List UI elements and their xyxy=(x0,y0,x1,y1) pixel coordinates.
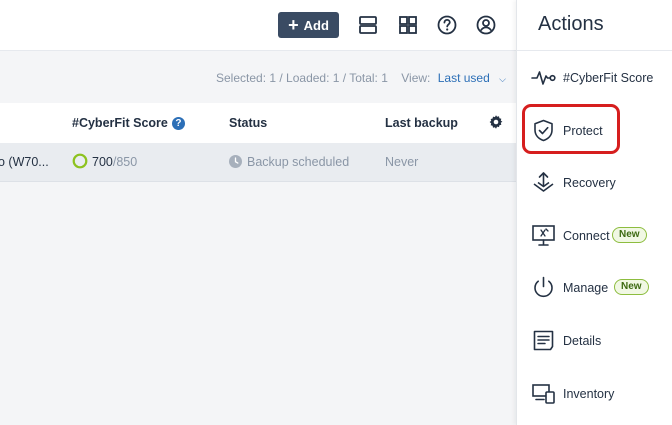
action-details[interactable]: Details xyxy=(517,315,672,367)
action-label: Connect xyxy=(563,229,610,243)
action-manage[interactable]: Manage New xyxy=(517,262,672,314)
monitor-connect-icon xyxy=(531,223,556,248)
add-button-label: Add xyxy=(303,17,329,33)
chevron-down-icon[interactable]: ⌵ xyxy=(499,74,506,84)
action-protect[interactable]: Protect xyxy=(517,105,672,157)
action-cyberfit-score[interactable]: #CyberFit Score xyxy=(517,52,672,104)
column-header-last-backup[interactable]: Last backup xyxy=(385,116,458,130)
info-icon[interactable]: ? xyxy=(171,117,185,130)
selection-count: Selected: 1 / Loaded: 1 / Total: 1 xyxy=(216,71,388,85)
recovery-icon xyxy=(531,170,556,195)
score-ring-icon xyxy=(72,153,88,169)
new-badge: New xyxy=(614,279,649,295)
shield-check-icon xyxy=(531,118,556,143)
grid-layout-icon[interactable] xyxy=(397,14,419,36)
list-summary: Selected: 1 / Loaded: 1 / Total: 1 View:… xyxy=(216,71,506,85)
rows-layout-icon[interactable] xyxy=(357,14,379,36)
actions-panel: Actions #CyberFit Score Protect Recovery… xyxy=(516,0,672,425)
last-backup-value: Never xyxy=(385,155,419,169)
plus-icon: + xyxy=(288,15,299,35)
devices-icon xyxy=(531,381,556,406)
account-icon[interactable] xyxy=(475,14,497,36)
column-header-status[interactable]: Status xyxy=(229,116,267,130)
action-label: Inventory xyxy=(563,387,615,401)
pulse-icon xyxy=(531,65,556,90)
column-header-cyberfit-score[interactable]: #CyberFit Score? xyxy=(72,116,185,130)
action-label: Recovery xyxy=(563,176,616,190)
view-selector[interactable]: Last used xyxy=(438,71,490,85)
document-icon xyxy=(531,328,556,353)
table-row[interactable]: o (W70... 700/850 Backup scheduled Never xyxy=(0,143,516,182)
score-value: 700 xyxy=(92,155,113,169)
action-label: Details xyxy=(563,334,602,348)
backup-status: Backup scheduled xyxy=(247,155,350,169)
action-label: Manage xyxy=(563,281,609,295)
top-toolbar: + Add xyxy=(0,0,516,51)
action-inventory[interactable]: Inventory xyxy=(517,368,672,420)
cyberfit-score-value: 700/850 xyxy=(92,155,137,169)
main-content: Selected: 1 / Loaded: 1 / Total: 1 View:… xyxy=(0,51,516,425)
action-connect[interactable]: Connect New xyxy=(517,210,672,262)
help-icon[interactable] xyxy=(436,14,458,36)
column-header-label: #CyberFit Score xyxy=(72,116,168,130)
score-max: /850 xyxy=(112,155,138,169)
action-label: #CyberFit Score xyxy=(563,71,654,85)
table-header: #CyberFit Score? Status Last backup xyxy=(0,103,516,143)
device-name: o (W70... xyxy=(0,155,49,169)
action-label: Protect xyxy=(563,124,603,138)
actions-title: Actions xyxy=(538,13,604,35)
new-badge: New xyxy=(612,227,647,243)
view-label: View: xyxy=(401,71,431,85)
clock-icon xyxy=(229,155,242,168)
gear-icon[interactable] xyxy=(488,114,504,130)
power-icon xyxy=(531,275,556,300)
action-recovery[interactable]: Recovery xyxy=(517,157,672,209)
divider xyxy=(517,50,672,51)
add-button[interactable]: + Add xyxy=(278,12,339,38)
